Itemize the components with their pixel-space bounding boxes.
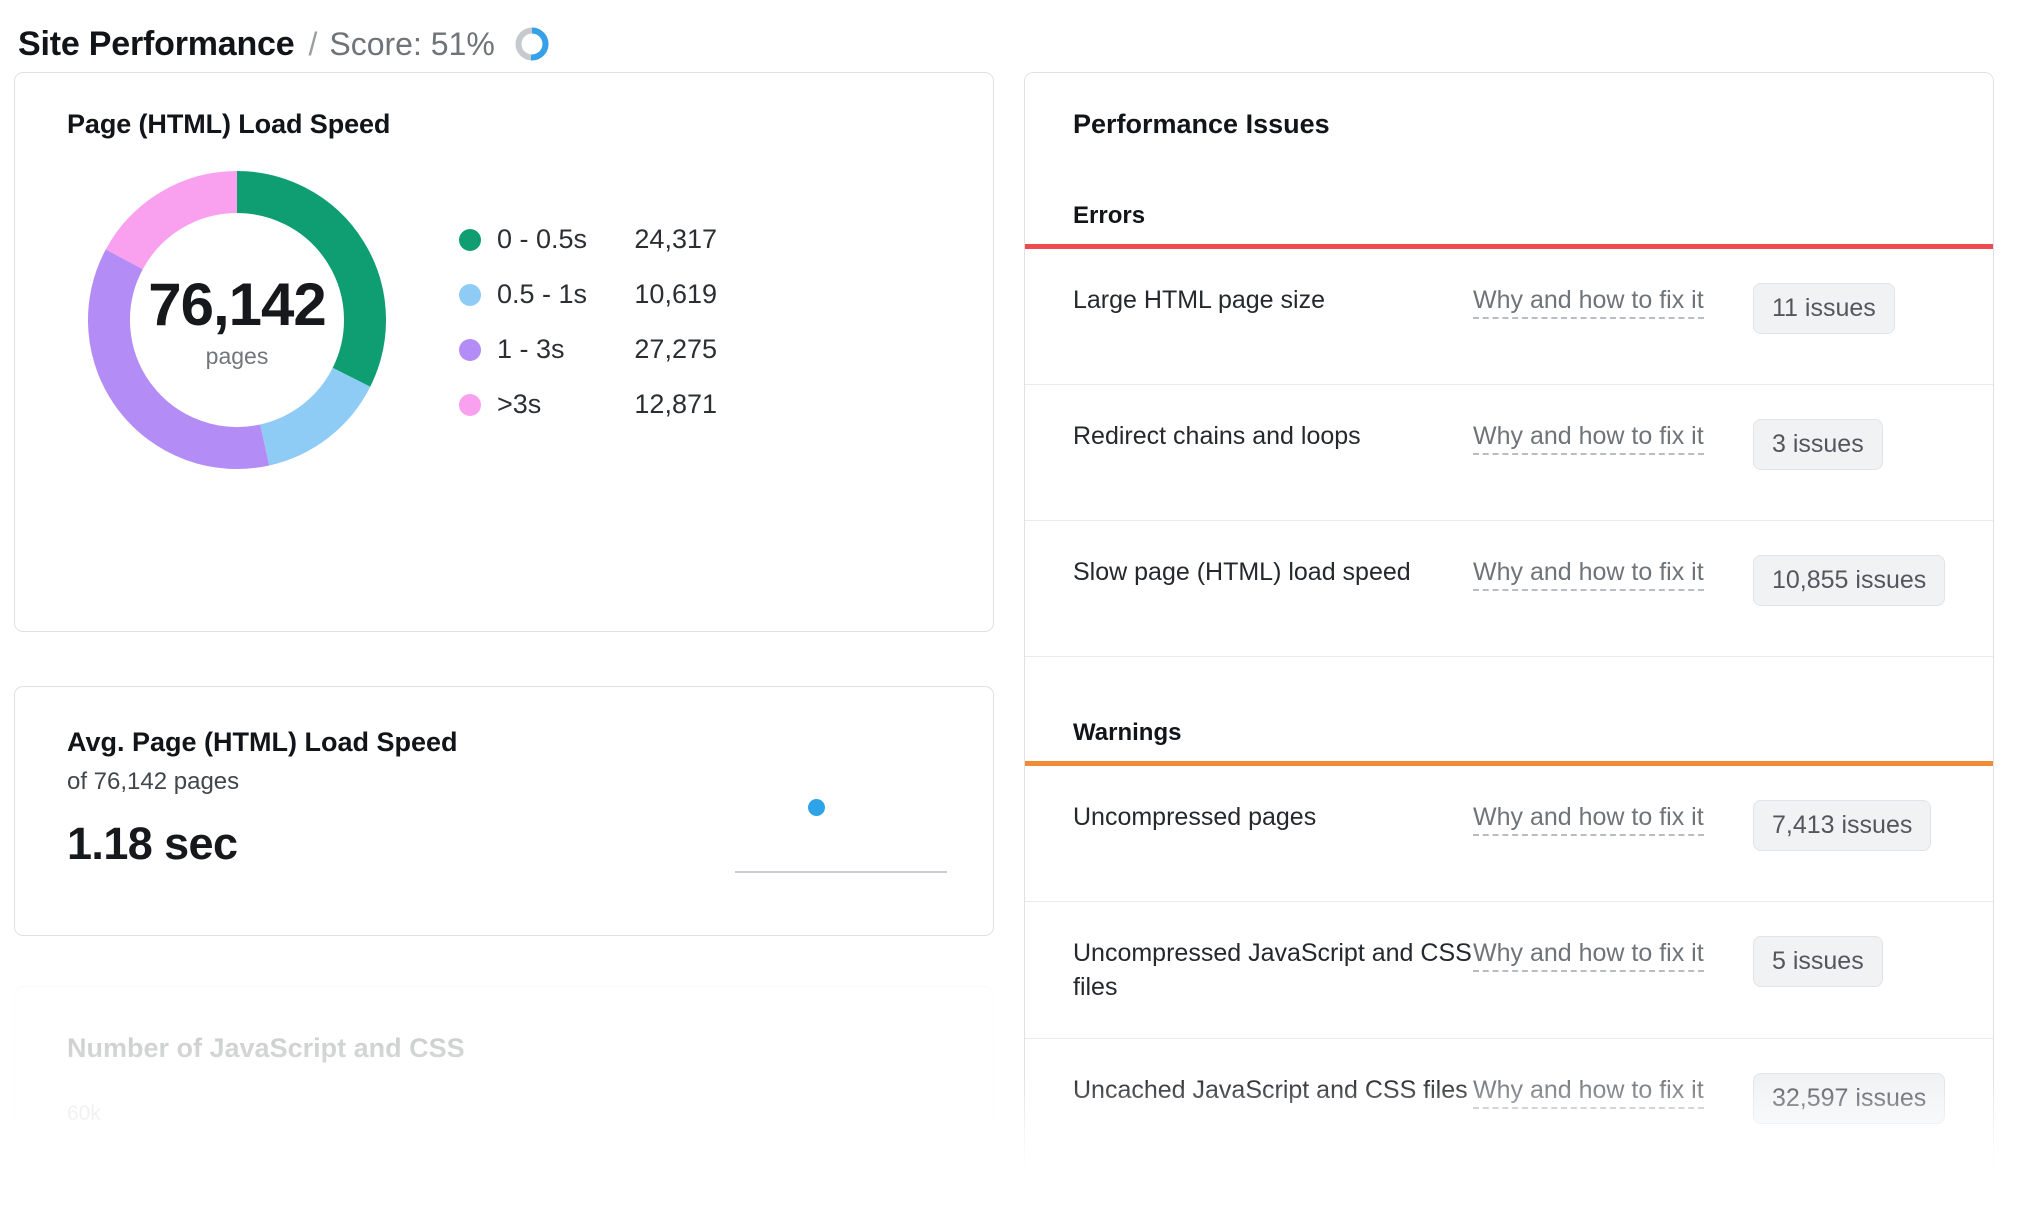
- legend-value: 24,317: [634, 224, 717, 254]
- issue-name: Slow page (HTML) load speed: [1073, 558, 1411, 586]
- page-load-speed-title: Page (HTML) Load Speed: [67, 109, 391, 139]
- issues-section-heading: Errors: [1073, 202, 1146, 229]
- why-and-how-to-fix-it-link[interactable]: Why and how to fix it: [1473, 419, 1723, 455]
- issue-name: Uncached JavaScript and CSS files: [1073, 1076, 1468, 1104]
- issue-count-badge[interactable]: 10,855 issues: [1753, 555, 1946, 606]
- issue-count-badge[interactable]: 7,413 issues: [1753, 800, 1932, 851]
- right-column: Performance Issues Errors Large HTML page…: [1024, 72, 1994, 1232]
- issue-badge-cell: 32,597 issues: [1723, 1073, 1993, 1124]
- donut-legend-item[interactable]: 1 - 3s 27,275: [459, 322, 717, 377]
- performance-issues-card: Performance Issues Errors Large HTML page…: [1024, 72, 1994, 1182]
- score-ring-icon: [515, 27, 549, 61]
- score-label: Score: 51%: [329, 25, 495, 62]
- issue-row[interactable]: Large HTML page size Why and how to fix i…: [1025, 249, 1993, 385]
- why-and-how-to-fix-it-link[interactable]: Why and how to fix it: [1473, 283, 1723, 319]
- issue-link-text: Why and how to fix it: [1473, 286, 1704, 319]
- why-and-how-to-fix-it-link[interactable]: Why and how to fix it: [1473, 800, 1723, 836]
- issue-name: Large HTML page size: [1073, 286, 1325, 314]
- issue-name: Uncompressed JavaScript and CSS files: [1073, 939, 1472, 1001]
- issue-badge-cell: 11 issues: [1723, 283, 1993, 334]
- issue-name: Redirect chains and loops: [1073, 422, 1361, 450]
- js-css-number-title: Number of JavaScript and CSS: [67, 1033, 465, 1063]
- legend-label: >3s: [497, 389, 542, 419]
- issue-row[interactable]: Redirect chains and loops Why and how to …: [1025, 385, 1993, 521]
- legend-color-dot: [459, 393, 481, 416]
- issue-link-text: Why and how to fix it: [1473, 1076, 1704, 1109]
- why-and-how-to-fix-it-link[interactable]: Why and how to fix it: [1473, 555, 1723, 591]
- issue-count-badge[interactable]: 32,597 issues: [1753, 1073, 1946, 1124]
- donut-segment[interactable]: [236, 171, 386, 387]
- page-load-speed-card: Page (HTML) Load Speed 76,142 pages 0 - …: [14, 72, 994, 632]
- sparkline-data-point: [808, 799, 825, 816]
- issue-link-text: Why and how to fix it: [1473, 803, 1704, 836]
- issues-section-heading: Warnings: [1073, 719, 1182, 746]
- legend-label: 1 - 3s: [497, 334, 565, 364]
- issue-badge-cell: 7,413 issues: [1723, 800, 1993, 851]
- donut-legend-item[interactable]: 0.5 - 1s 10,619: [459, 267, 717, 322]
- issue-link-text: Why and how to fix it: [1473, 939, 1704, 972]
- legend-color-dot: [459, 283, 481, 306]
- issue-name: Uncompressed pages: [1073, 803, 1317, 831]
- legend-label: 0.5 - 1s: [497, 279, 588, 309]
- why-and-how-to-fix-it-link[interactable]: Why and how to fix it: [1473, 1073, 1723, 1109]
- issue-badge-cell: 5 issues: [1723, 936, 1993, 987]
- donut-legend-item[interactable]: >3s 12,871: [459, 377, 717, 432]
- load-speed-donut-chart[interactable]: 76,142 pages: [67, 150, 407, 490]
- issue-count-badge[interactable]: 11 issues: [1753, 283, 1895, 334]
- issue-row[interactable]: Uncompressed JavaScript and CSS files Why…: [1025, 902, 1993, 1039]
- issue-link-text: Why and how to fix it: [1473, 422, 1704, 455]
- legend-color-dot: [459, 338, 481, 361]
- performance-issues-list: Errors Large HTML page size Why and how to…: [1025, 140, 1993, 1175]
- main-content: Page (HTML) Load Speed 76,142 pages 0 - …: [0, 72, 2020, 1232]
- left-column: Page (HTML) Load Speed 76,142 pages 0 - …: [14, 72, 994, 1232]
- page-title: Site Performance: [18, 24, 295, 63]
- js-css-axis-label: 60k: [67, 1102, 101, 1125]
- issue-link-text: Why and how to fix it: [1473, 558, 1704, 591]
- issue-count-badge[interactable]: 5 issues: [1753, 936, 1883, 987]
- legend-label: 0 - 0.5s: [497, 224, 588, 254]
- js-css-number-card: Number of JavaScript and CSS 60k: [14, 986, 994, 1186]
- donut-segment[interactable]: [105, 171, 238, 270]
- donut-svg: [88, 171, 386, 469]
- avg-load-speed-sparkline: [735, 793, 947, 873]
- issue-badge-cell: 3 issues: [1723, 419, 1993, 470]
- legend-value: 27,275: [634, 334, 717, 364]
- legend-color-dot: [459, 228, 481, 251]
- page-header: Site Performance / Score: 51%: [0, 0, 2020, 72]
- issue-row[interactable]: Uncached JavaScript and CSS files Why and…: [1025, 1039, 1993, 1175]
- legend-value: 12,871: [634, 389, 717, 419]
- donut-segment[interactable]: [88, 249, 270, 469]
- issue-badge-cell: 10,855 issues: [1723, 555, 1993, 606]
- issue-count-badge[interactable]: 3 issues: [1753, 419, 1883, 470]
- issue-row[interactable]: Uncompressed pages Why and how to fix it 7…: [1025, 766, 1993, 902]
- donut-body: 76,142 pages 0 - 0.5s 24,317 0.5 - 1s 10,61…: [67, 150, 953, 490]
- legend-value: 10,619: [634, 279, 717, 309]
- why-and-how-to-fix-it-link[interactable]: Why and how to fix it: [1473, 936, 1723, 972]
- sparkline-baseline: [735, 871, 947, 873]
- avg-load-speed-title: Avg. Page (HTML) Load Speed: [67, 727, 458, 757]
- avg-load-speed-subtitle: of 76,142 pages: [67, 768, 240, 795]
- donut-legend-item[interactable]: 0 - 0.5s 24,317: [459, 212, 717, 267]
- issue-row[interactable]: Slow page (HTML) load speed Why and how t…: [1025, 521, 1993, 657]
- performance-issues-title: Performance Issues: [1073, 109, 1330, 139]
- avg-page-load-speed-card: Avg. Page (HTML) Load Speed of 76,142 pa…: [14, 686, 994, 936]
- donut-segment[interactable]: [259, 367, 371, 466]
- donut-legend: 0 - 0.5s 24,317 0.5 - 1s 10,619 1 - 3s 27,275…: [459, 212, 717, 432]
- title-separator: /: [308, 25, 318, 62]
